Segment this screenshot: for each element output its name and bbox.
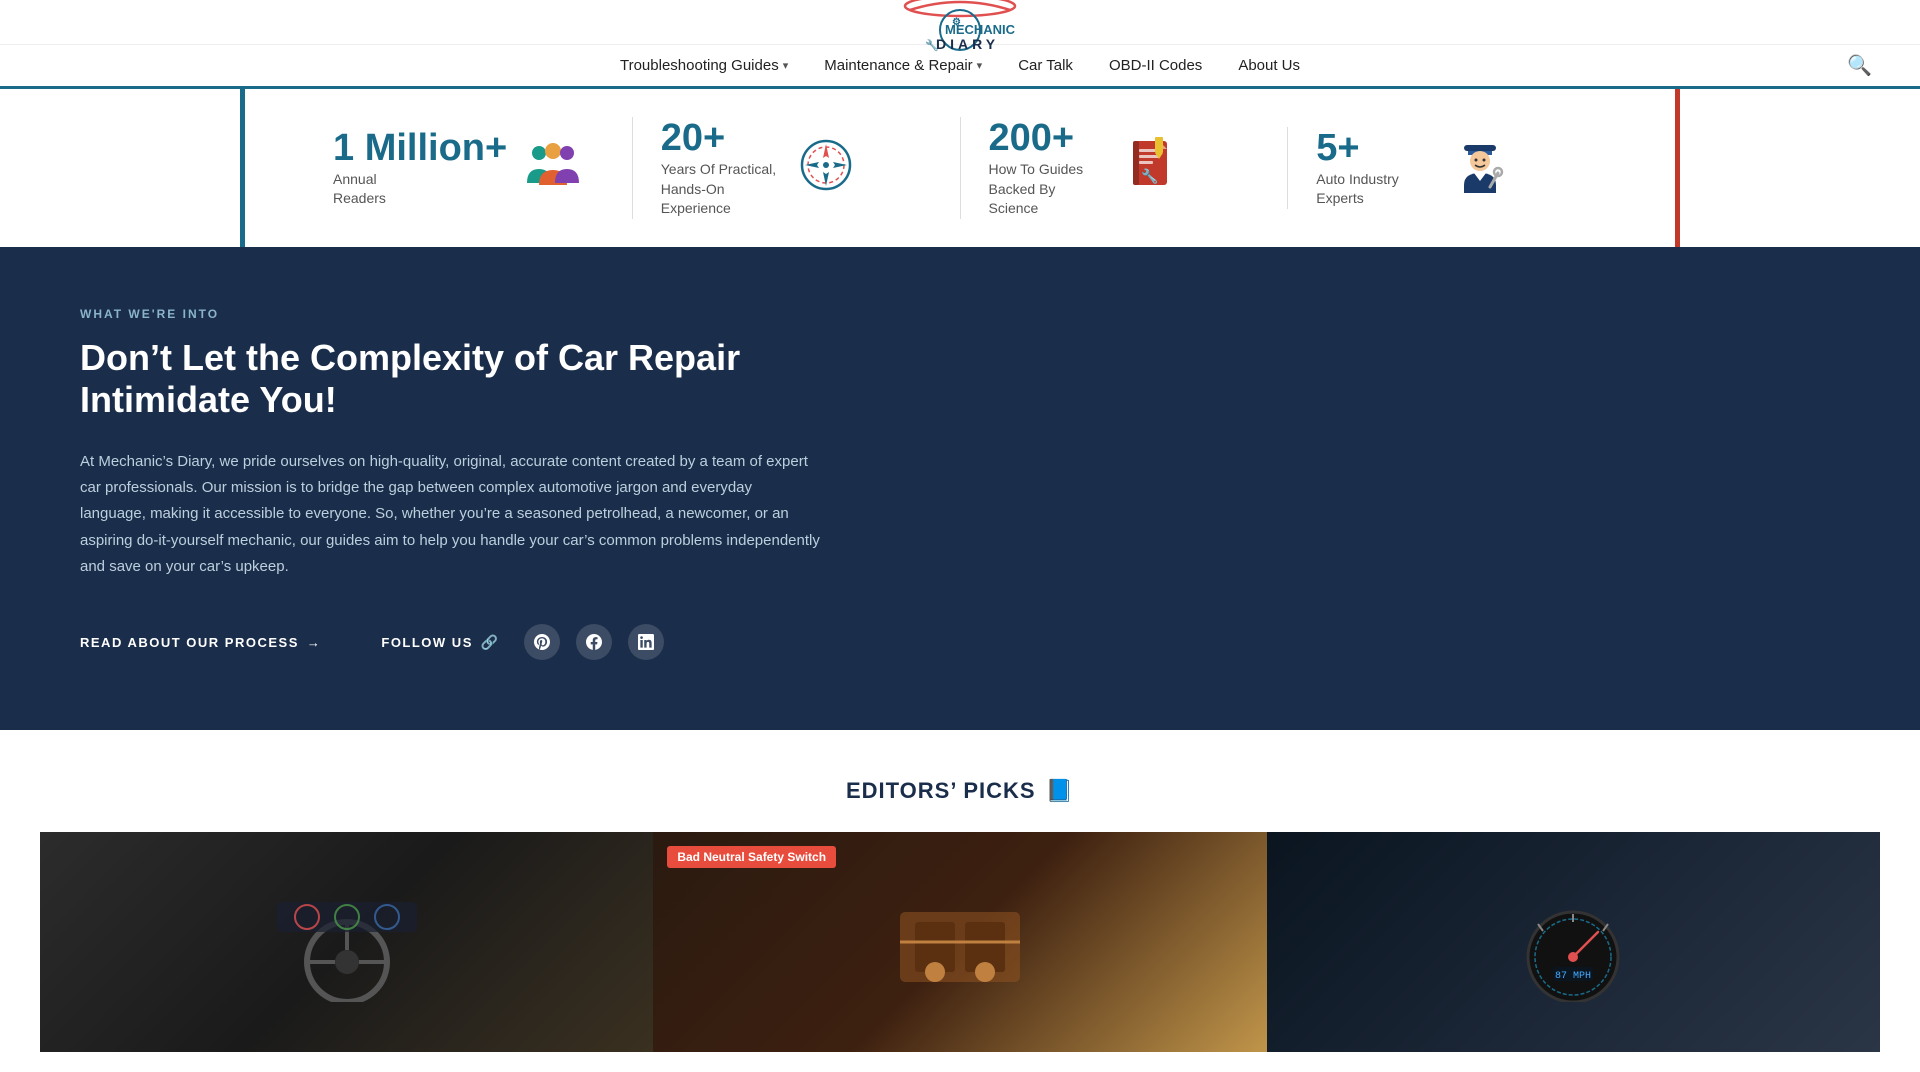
gauge-icon [799,138,853,197]
svg-text:⚙: ⚙ [952,17,961,28]
search-button[interactable]: 🔍 [1847,53,1872,78]
stat-experts: 5+ Auto Industry Experts [1287,127,1615,209]
stat-label-years: Years Of Practical, Hands-On Experience [661,160,781,219]
dark-actions: READ ABOUT OUR PROCESS → FOLLOW US 🔗 [80,624,1840,660]
readers-icon [525,141,581,194]
stat-number-experts: 5+ [1316,127,1436,170]
what-label: WHAT WE'RE INTO [80,307,1840,321]
logo[interactable]: MECHANIC ⚙ DIARY 🔧 [880,0,1040,62]
card-1-image [40,832,653,1052]
card-2-badge: Bad Neutral Safety Switch [667,846,836,868]
nav-item-troubleshooting[interactable]: Troubleshooting Guides ▾ [620,57,788,74]
book-icon: 🔧 [1127,137,1175,198]
svg-text:🔧: 🔧 [1141,167,1158,185]
stat-number-years: 20+ [661,117,781,160]
dark-section: WHAT WE'RE INTO Don’t Let the Complexity… [0,247,1920,730]
editors-cards-row: Bad Neutral Safety Switch [40,832,1880,1052]
search-icon: 🔍 [1847,55,1872,77]
stat-label-experts: Auto Industry Experts [1316,170,1436,209]
header: MECHANIC ⚙ DIARY 🔧 [0,0,1920,44]
editors-card-3[interactable]: 87 MPH [1267,832,1880,1052]
stat-guides: 200+ How To Guides Backed By Science 🔧 [960,117,1288,219]
arrow-right-icon: → [307,635,322,650]
logo-svg: MECHANIC ⚙ DIARY 🔧 [880,0,1040,57]
stat-label-guides: How To Guides Backed By Science [989,160,1109,219]
share-icon: 🔗 [481,634,500,651]
nav-item-about[interactable]: About Us [1238,57,1300,74]
svg-text:DIARY: DIARY [936,36,999,52]
stat-readers: 1 Million+ Annual Readers [305,127,632,209]
svg-text:87 MPH: 87 MPH [1555,971,1591,982]
follow-us-label: FOLLOW US 🔗 [381,634,499,651]
linkedin-link[interactable] [628,624,664,660]
expert-icon [1454,137,1506,198]
stat-years: 20+ Years Of Practical, Hands-On Experie… [632,117,960,219]
stat-label-readers: Annual Readers [333,170,453,209]
book-emoji-icon: 📘 [1046,778,1074,804]
nav-item-obd[interactable]: OBD-II Codes [1109,57,1202,74]
editors-title: EDITORS’ PICKS 📘 [846,778,1074,804]
dark-title: Don’t Let the Complexity of Car Repair I… [80,337,780,421]
editors-card-2[interactable]: Bad Neutral Safety Switch [653,832,1266,1052]
chevron-down-icon: ▾ [783,59,789,72]
card-3-image: 87 MPH [1267,832,1880,1052]
social-icons [524,624,664,660]
pinterest-link[interactable] [524,624,560,660]
read-process-link[interactable]: READ ABOUT OUR PROCESS → [80,635,321,650]
stats-bar: 1 Million+ Annual Readers 20+ [240,89,1680,247]
facebook-link[interactable] [576,624,612,660]
stat-number-readers: 1 Million+ [333,127,507,170]
svg-text:🔧: 🔧 [925,38,939,52]
follow-us-area: FOLLOW US 🔗 [381,624,663,660]
editors-card-1[interactable] [40,832,653,1052]
stat-number-guides: 200+ [989,117,1109,160]
editors-section: EDITORS’ PICKS 📘 [0,730,1920,1072]
dark-body: At Mechanic’s Diary, we pride ourselves … [80,449,820,580]
